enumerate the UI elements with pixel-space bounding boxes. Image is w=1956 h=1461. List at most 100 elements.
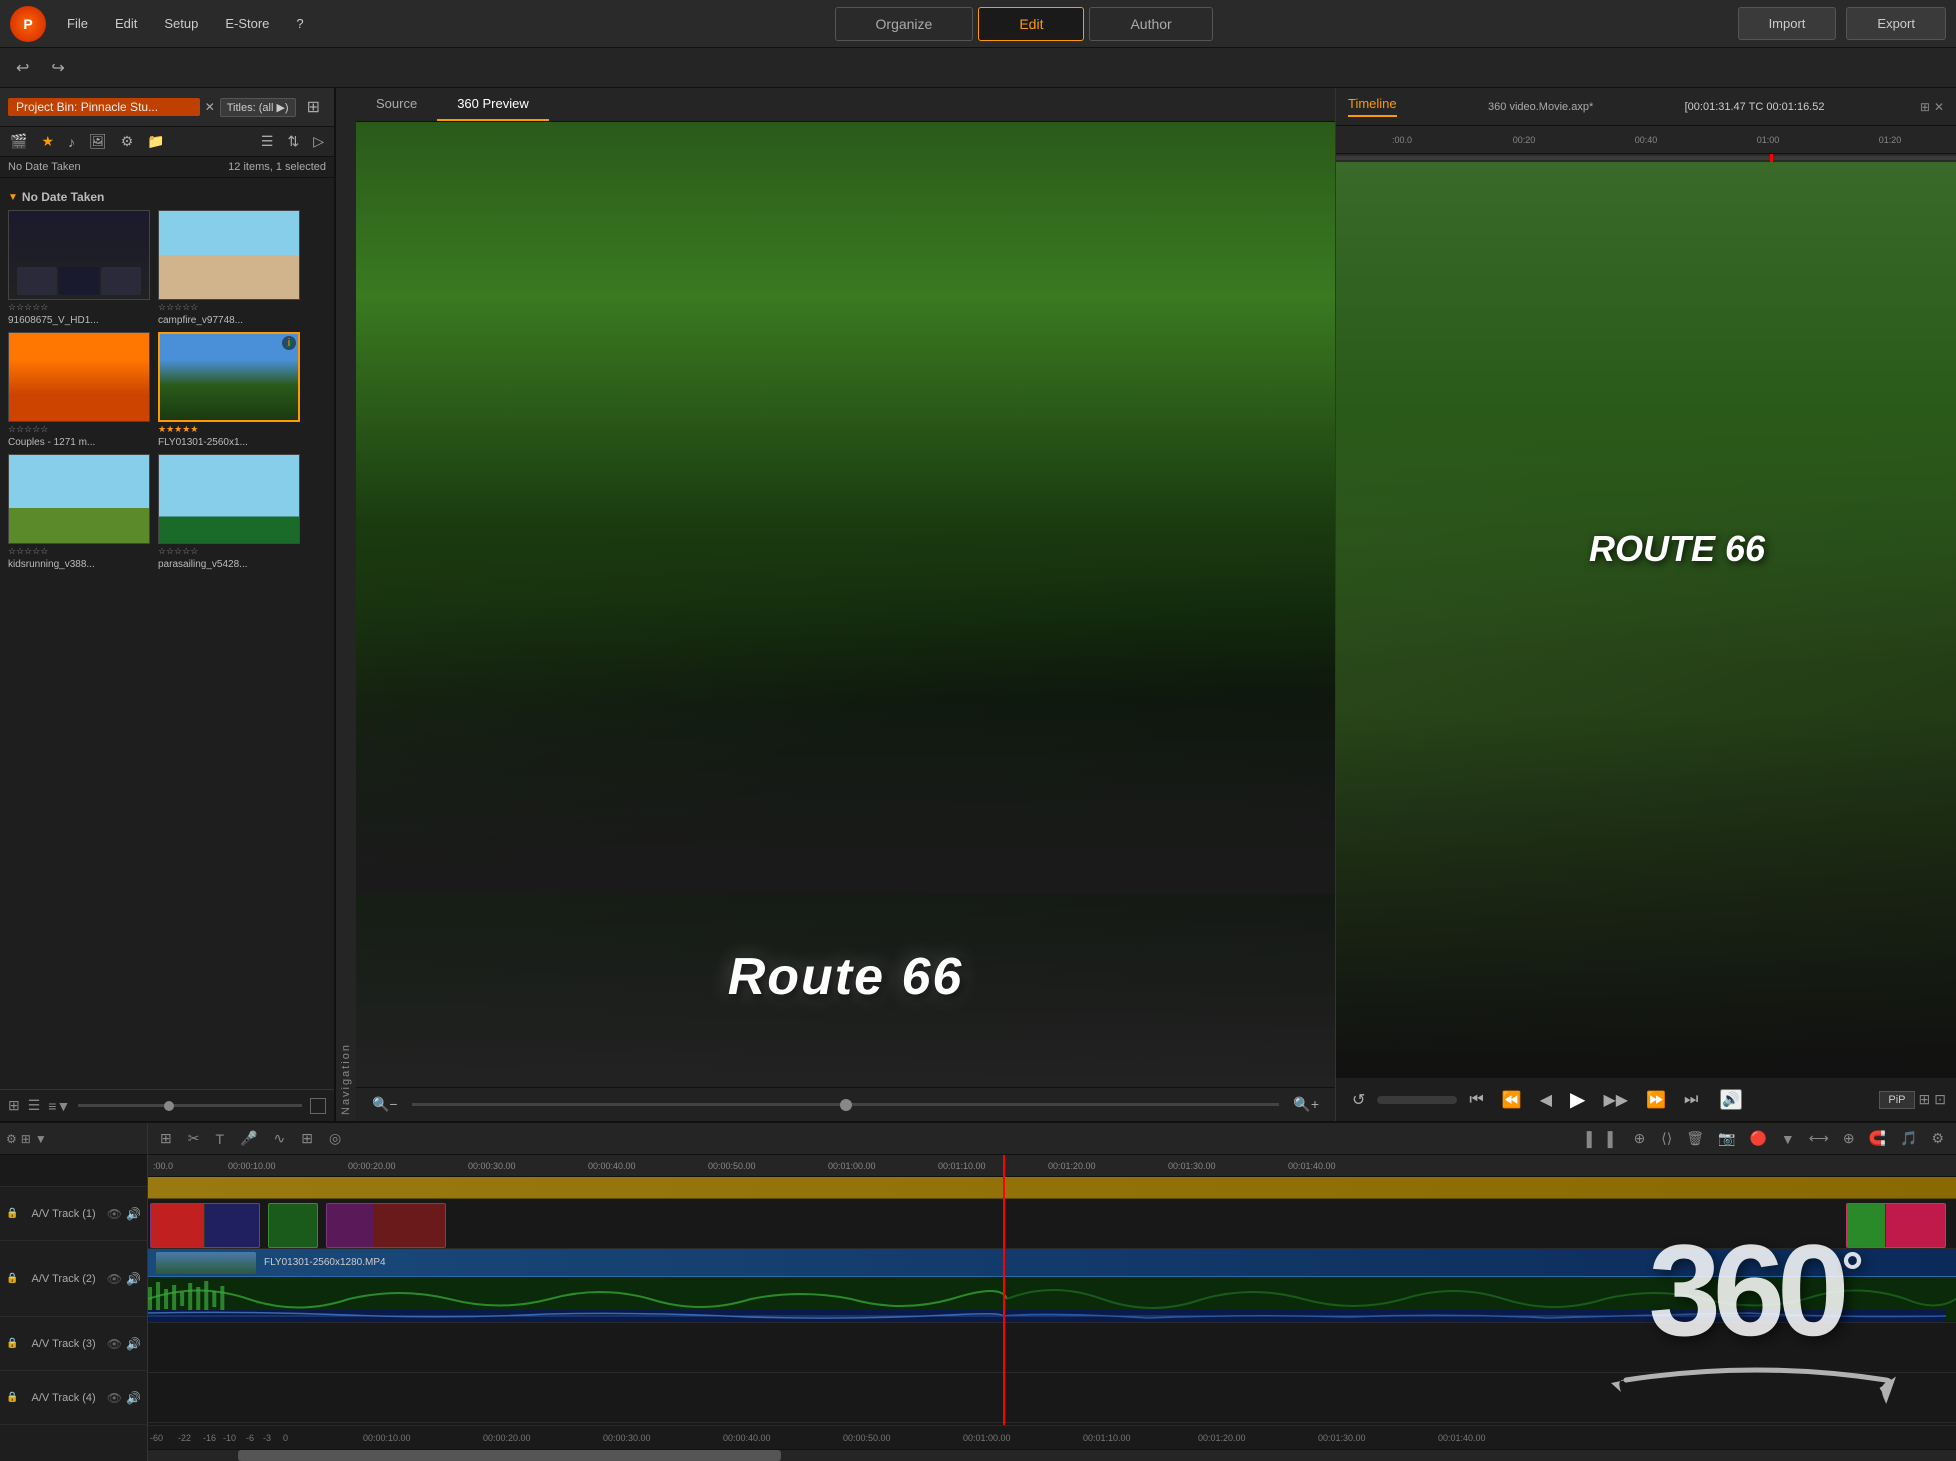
audio-btn[interactable]: 🎵 xyxy=(1896,1128,1921,1149)
track-settings-btn[interactable]: ⚙ xyxy=(6,1132,17,1146)
panel-icon-image[interactable]: 🖼 xyxy=(85,131,111,152)
menu-setup[interactable]: Setup xyxy=(158,12,204,35)
sync-btn[interactable]: ⊕ xyxy=(1839,1128,1859,1149)
track-3-speaker[interactable]: 🔊 xyxy=(126,1337,141,1351)
view-grid-btn[interactable]: ⊞ xyxy=(8,1097,20,1114)
view-list2-btn[interactable]: ≡▼ xyxy=(48,1098,70,1114)
ruler-mark-0: :00.0 xyxy=(1341,135,1463,145)
step-back-btn[interactable]: ⏪ xyxy=(1496,1087,1528,1113)
out-mark-btn[interactable]: ▌ xyxy=(1604,1129,1622,1149)
media-item-0[interactable]: ☆☆☆☆☆ 91608675_V_HD1... xyxy=(8,210,150,326)
track-dropdown-btn[interactable]: ▼ xyxy=(35,1132,47,1146)
track-options-btn[interactable]: ⊞ xyxy=(21,1132,31,1146)
text-btn[interactable]: T xyxy=(211,1129,228,1149)
bottom-ruler-40: 00:00:40.00 xyxy=(723,1433,771,1443)
panel-icon-expand[interactable]: ▷ xyxy=(309,131,328,152)
track-4-eye[interactable]: 👁 xyxy=(107,1391,122,1405)
clip-1-2[interactable] xyxy=(268,1203,318,1248)
track-2-video-clip[interactable]: FLY01301-2560x1280.MP4 xyxy=(148,1249,1956,1277)
panel-icon-folder[interactable]: 📁 xyxy=(143,131,168,152)
pip-icon2[interactable]: ⊡ xyxy=(1934,1091,1946,1108)
tab-author[interactable]: Author xyxy=(1089,7,1212,41)
timeline-tab-label[interactable]: Timeline xyxy=(1348,96,1397,117)
skip-end-btn[interactable]: ⏭ xyxy=(1678,1088,1704,1112)
snapshot-btn[interactable]: 📷 xyxy=(1714,1128,1739,1149)
zoom-tl-in[interactable]: ⟨⟩ xyxy=(1657,1128,1676,1149)
clip-1-end[interactable] xyxy=(1846,1203,1946,1248)
panel-icon-list[interactable]: ☰ xyxy=(257,131,278,152)
media-item-3[interactable]: ✓ i ★★★★★ FLY01301-2560x1... xyxy=(158,332,300,448)
source-zoom-in[interactable]: 🔍+ xyxy=(1287,1094,1325,1115)
delete-btn[interactable]: 🗑 xyxy=(1682,1128,1708,1149)
loop-btn[interactable]: ↺ xyxy=(1346,1087,1371,1113)
marker-btn[interactable]: 🔴 xyxy=(1745,1128,1770,1149)
playback-bar[interactable] xyxy=(1377,1096,1457,1104)
ff-btn[interactable]: ▶▶ xyxy=(1597,1087,1634,1113)
effect-btn[interactable]: ∿ xyxy=(269,1128,289,1149)
source-zoom-slider[interactable] xyxy=(412,1103,1280,1106)
media-name-1: campfire_v97748... xyxy=(158,315,300,326)
expand-button[interactable]: ⊞ xyxy=(301,94,326,120)
pip-button[interactable]: PiP xyxy=(1879,1091,1914,1109)
settings2-btn[interactable]: ⚙ xyxy=(1927,1128,1948,1149)
track-2-speaker[interactable]: 🔊 xyxy=(126,1272,141,1286)
track-1-eye[interactable]: 👁 xyxy=(107,1207,122,1221)
step-fwd-btn[interactable]: ⏩ xyxy=(1640,1087,1672,1113)
tab-360-preview[interactable]: 360 Preview xyxy=(437,88,549,121)
view-list-btn[interactable]: ☰ xyxy=(28,1097,41,1114)
panel-icon-gear[interactable]: ⚙ xyxy=(117,131,138,152)
media-item-1[interactable]: ☆☆☆☆☆ campfire_v97748... xyxy=(158,210,300,326)
grid-btn[interactable]: ⊞ xyxy=(297,1128,317,1149)
snap-btn[interactable]: ⊞ xyxy=(156,1128,176,1149)
media-item-4[interactable]: ☆☆☆☆☆ kidsrunning_v388... xyxy=(8,454,150,570)
mask-btn[interactable]: ◎ xyxy=(325,1128,345,1149)
titles-button[interactable]: Titles: (all ▶) xyxy=(220,98,296,117)
razor-btn[interactable]: ✂ xyxy=(184,1128,204,1149)
pip-expand-icon[interactable]: ⊞ xyxy=(1919,1091,1931,1108)
import-button[interactable]: Import xyxy=(1738,7,1837,40)
bin-close-button[interactable]: ✕ xyxy=(205,100,215,114)
play-btn[interactable]: ▶ xyxy=(1564,1084,1591,1115)
clip-1-1[interactable] xyxy=(150,1203,260,1248)
export-button[interactable]: Export xyxy=(1846,7,1946,40)
panel-icon-clip[interactable]: 🎬 xyxy=(6,131,31,152)
timeline-progress[interactable] xyxy=(1336,154,1956,162)
track-4-speaker[interactable]: 🔊 xyxy=(126,1391,141,1405)
tab-source[interactable]: Source xyxy=(356,88,437,121)
zoom-slider[interactable] xyxy=(78,1104,302,1107)
magnet-btn[interactable]: 🧲 xyxy=(1865,1128,1890,1149)
menu-estore[interactable]: E-Store xyxy=(219,12,275,35)
add-chapter-btn[interactable]: ⊕ xyxy=(1630,1128,1650,1149)
media-item-2[interactable]: ☆☆☆☆☆ Couples - 1271 m... xyxy=(8,332,150,448)
menu-help[interactable]: ? xyxy=(290,12,309,35)
menu-edit[interactable]: Edit xyxy=(109,12,143,35)
volume-btn[interactable]: 🔊 xyxy=(1720,1089,1741,1110)
track-3-eye[interactable]: 👁 xyxy=(107,1337,122,1351)
panel-icon-star[interactable]: ★ xyxy=(37,131,58,152)
view-square-btn[interactable] xyxy=(310,1098,326,1114)
media-item-5[interactable]: ☆☆☆☆☆ parasailing_v5428... xyxy=(158,454,300,570)
timeline-scrollbar[interactable] xyxy=(148,1449,1956,1461)
timeline-ruler-main[interactable]: :00.0 00:00:10.00 00:00:20.00 00:00:30.0… xyxy=(148,1155,1956,1177)
redo-button[interactable]: ↪ xyxy=(45,55,70,81)
skip-start-btn[interactable]: ⏮ xyxy=(1463,1088,1489,1112)
tl-options-dropdown[interactable]: ▼ xyxy=(1777,1128,1799,1149)
in-mark-btn[interactable]: ▐ xyxy=(1578,1129,1596,1149)
track-2-eye[interactable]: 👁 xyxy=(107,1272,122,1286)
source-zoom-out[interactable]: 🔍− xyxy=(366,1094,404,1115)
tab-edit[interactable]: Edit xyxy=(978,7,1084,41)
panel-icon-sort[interactable]: ⇅ xyxy=(283,131,303,152)
close-panel-icon[interactable]: ✕ xyxy=(1934,100,1944,114)
undo-button[interactable]: ↩ xyxy=(10,55,35,81)
rewind-btn[interactable]: ◀ xyxy=(1534,1087,1558,1113)
panel-icon-music[interactable]: ♪ xyxy=(64,132,79,152)
expand-icon[interactable]: ⊞ xyxy=(1920,100,1930,114)
ripple-btn[interactable]: ⟷ xyxy=(1805,1128,1833,1149)
menu-file[interactable]: File xyxy=(61,12,94,35)
playhead[interactable] xyxy=(1003,1155,1005,1425)
track-1-speaker[interactable]: 🔊 xyxy=(126,1207,141,1221)
mic-btn[interactable]: 🎤 xyxy=(236,1128,261,1149)
tab-organize[interactable]: Organize xyxy=(835,7,974,41)
clip-1-3[interactable] xyxy=(326,1203,446,1248)
scrollbar-thumb[interactable] xyxy=(238,1450,780,1461)
